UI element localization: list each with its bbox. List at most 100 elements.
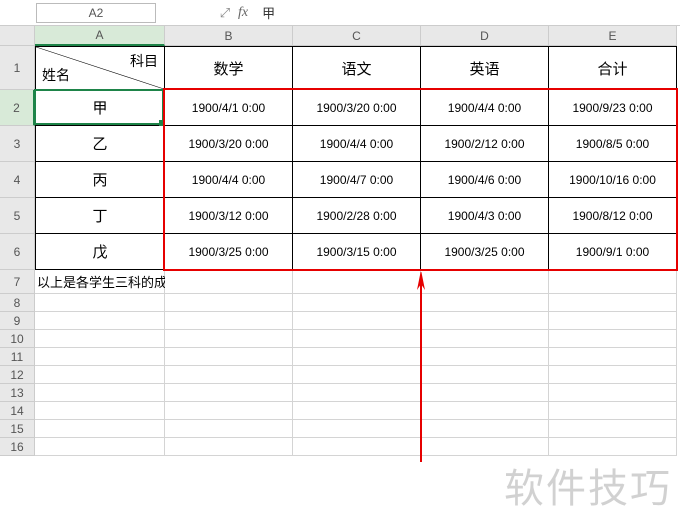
expand-icon[interactable]: ⤢	[216, 5, 234, 21]
row-header[interactable]: 5	[0, 198, 35, 234]
cell[interactable]	[293, 270, 421, 294]
subject-header[interactable]: 数学	[165, 46, 293, 90]
formula-content[interactable]: 甲	[252, 3, 680, 22]
student-name-cell[interactable]: 丁	[35, 198, 165, 234]
cell[interactable]	[549, 270, 677, 294]
cell[interactable]	[35, 348, 165, 366]
row-header[interactable]: 16	[0, 438, 35, 456]
cell[interactable]	[421, 420, 549, 438]
score-cell[interactable]: 1900/3/25 0:00	[421, 234, 549, 270]
cell[interactable]	[421, 270, 549, 294]
cell[interactable]	[35, 420, 165, 438]
cell[interactable]	[293, 402, 421, 420]
cell-area[interactable]: 姓名科目数学语文英语合计甲1900/4/1 0:001900/3/20 0:00…	[35, 46, 680, 520]
cell[interactable]	[549, 330, 677, 348]
score-cell[interactable]: 1900/3/12 0:00	[165, 198, 293, 234]
cell[interactable]	[549, 294, 677, 312]
cell[interactable]	[549, 384, 677, 402]
cell[interactable]	[293, 294, 421, 312]
cell[interactable]	[293, 384, 421, 402]
cell[interactable]	[35, 330, 165, 348]
cell[interactable]	[549, 312, 677, 330]
cell[interactable]	[165, 270, 293, 294]
cell[interactable]	[165, 366, 293, 384]
cell[interactable]	[165, 312, 293, 330]
row-header[interactable]: 11	[0, 348, 35, 366]
cell[interactable]	[421, 348, 549, 366]
cell[interactable]	[293, 366, 421, 384]
cell[interactable]	[165, 348, 293, 366]
cell[interactable]	[421, 330, 549, 348]
cell[interactable]	[293, 438, 421, 456]
score-cell[interactable]: 1900/8/5 0:00	[549, 126, 677, 162]
col-header-D[interactable]: D	[421, 26, 549, 46]
cell[interactable]	[421, 366, 549, 384]
score-cell[interactable]: 1900/3/15 0:00	[293, 234, 421, 270]
cell[interactable]	[293, 330, 421, 348]
cell[interactable]	[35, 294, 165, 312]
score-cell[interactable]: 1900/3/25 0:00	[165, 234, 293, 270]
row-header[interactable]: 10	[0, 330, 35, 348]
row-header[interactable]: 14	[0, 402, 35, 420]
row-header[interactable]: 6	[0, 234, 35, 270]
score-cell[interactable]: 1900/4/6 0:00	[421, 162, 549, 198]
select-all-corner[interactable]	[0, 26, 35, 46]
cell[interactable]	[549, 348, 677, 366]
score-cell[interactable]: 1900/2/12 0:00	[421, 126, 549, 162]
cell[interactable]	[35, 438, 165, 456]
student-name-cell[interactable]: 戊	[35, 234, 165, 270]
subject-header[interactable]: 英语	[421, 46, 549, 90]
cell[interactable]	[549, 366, 677, 384]
cell[interactable]	[421, 384, 549, 402]
score-cell[interactable]: 1900/3/20 0:00	[165, 126, 293, 162]
cell[interactable]	[35, 366, 165, 384]
col-header-B[interactable]: B	[165, 26, 293, 46]
score-cell[interactable]: 1900/4/7 0:00	[293, 162, 421, 198]
score-cell[interactable]: 1900/9/1 0:00	[549, 234, 677, 270]
cell[interactable]	[293, 312, 421, 330]
score-cell[interactable]: 1900/4/3 0:00	[421, 198, 549, 234]
row-header[interactable]: 15	[0, 420, 35, 438]
cell[interactable]	[549, 402, 677, 420]
row-header[interactable]: 7	[0, 270, 35, 294]
score-cell[interactable]: 1900/8/12 0:00	[549, 198, 677, 234]
cell[interactable]	[293, 420, 421, 438]
cell[interactable]	[421, 402, 549, 420]
score-cell[interactable]: 1900/4/4 0:00	[293, 126, 421, 162]
row-header[interactable]: 13	[0, 384, 35, 402]
student-name-cell[interactable]: 乙	[35, 126, 165, 162]
cell[interactable]	[165, 294, 293, 312]
student-name-cell[interactable]: 丙	[35, 162, 165, 198]
cell[interactable]	[421, 312, 549, 330]
row-header[interactable]: 1	[0, 46, 35, 90]
row-header[interactable]: 4	[0, 162, 35, 198]
row-header[interactable]: 12	[0, 366, 35, 384]
cell[interactable]	[421, 438, 549, 456]
cell[interactable]	[35, 402, 165, 420]
cell[interactable]	[35, 384, 165, 402]
row-header[interactable]: 2	[0, 90, 35, 126]
col-header-E[interactable]: E	[549, 26, 677, 46]
score-cell[interactable]: 1900/4/4 0:00	[165, 162, 293, 198]
score-cell[interactable]: 1900/4/1 0:00	[165, 90, 293, 126]
cell[interactable]	[35, 312, 165, 330]
score-cell[interactable]: 1900/9/23 0:00	[549, 90, 677, 126]
cell[interactable]	[165, 384, 293, 402]
cell[interactable]	[293, 348, 421, 366]
subject-header[interactable]: 语文	[293, 46, 421, 90]
col-header-C[interactable]: C	[293, 26, 421, 46]
cell[interactable]	[165, 330, 293, 348]
row-header[interactable]: 3	[0, 126, 35, 162]
fx-icon[interactable]: fx	[238, 5, 248, 21]
row-header[interactable]: 9	[0, 312, 35, 330]
student-name-cell[interactable]: 甲	[35, 90, 165, 126]
row-header[interactable]: 8	[0, 294, 35, 312]
note-cell[interactable]: 以上是各学生三科的成绩	[35, 270, 165, 294]
spreadsheet-grid[interactable]: ABCDE 12345678910111213141516 姓名科目数学语文英语…	[0, 26, 680, 520]
cell[interactable]	[549, 420, 677, 438]
score-cell[interactable]: 1900/4/4 0:00	[421, 90, 549, 126]
cell[interactable]	[165, 420, 293, 438]
score-cell[interactable]: 1900/3/20 0:00	[293, 90, 421, 126]
col-header-A[interactable]: A	[35, 26, 165, 46]
cell[interactable]	[165, 438, 293, 456]
